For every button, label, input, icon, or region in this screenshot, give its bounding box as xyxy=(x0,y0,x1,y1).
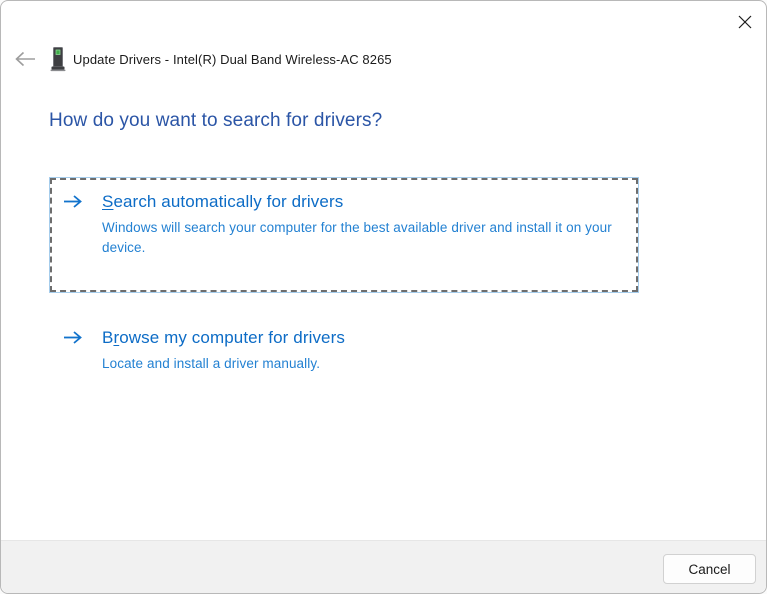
page-title: How do you want to search for drivers? xyxy=(49,110,382,132)
device-icon xyxy=(49,46,66,78)
label-accelerator: S xyxy=(102,192,113,211)
option-browse-description: Locate and install a driver manually. xyxy=(102,354,345,374)
option-content-body: Browse my computer for drivers Locate an… xyxy=(102,326,345,374)
option-content: Browse my computer for drivers Locate an… xyxy=(49,323,639,374)
label-segment: owse my computer for drivers xyxy=(119,328,345,347)
back-button[interactable] xyxy=(12,48,38,70)
wizard-header: Update Drivers - Intel(R) Dual Band Wire… xyxy=(1,45,766,75)
forward-arrow-icon xyxy=(63,194,83,214)
option-browse-computer[interactable]: Browse my computer for drivers Locate an… xyxy=(49,323,639,374)
footer-bar: Cancel xyxy=(1,540,766,593)
close-icon xyxy=(738,15,752,29)
option-search-automatically[interactable]: Search automatically for drivers Windows… xyxy=(49,177,639,293)
option-browse-title: Browse my computer for drivers xyxy=(102,328,345,347)
option-search-title: Search automatically for drivers xyxy=(102,192,343,211)
back-arrow-icon xyxy=(14,51,36,67)
forward-arrow-icon xyxy=(63,330,83,350)
update-drivers-wizard-window: Update Drivers - Intel(R) Dual Band Wire… xyxy=(0,0,767,594)
wizard-title: Update Drivers - Intel(R) Dual Band Wire… xyxy=(73,52,392,67)
label-segment: earch automatically for drivers xyxy=(113,192,343,211)
option-content: Search automatically for drivers Windows… xyxy=(102,190,624,258)
focus-rectangle: Search automatically for drivers Windows… xyxy=(50,178,638,292)
label-segment: B xyxy=(102,328,113,347)
close-button[interactable] xyxy=(729,7,761,37)
cancel-button[interactable]: Cancel xyxy=(663,554,756,584)
option-search-description: Windows will search your computer for th… xyxy=(102,218,624,258)
